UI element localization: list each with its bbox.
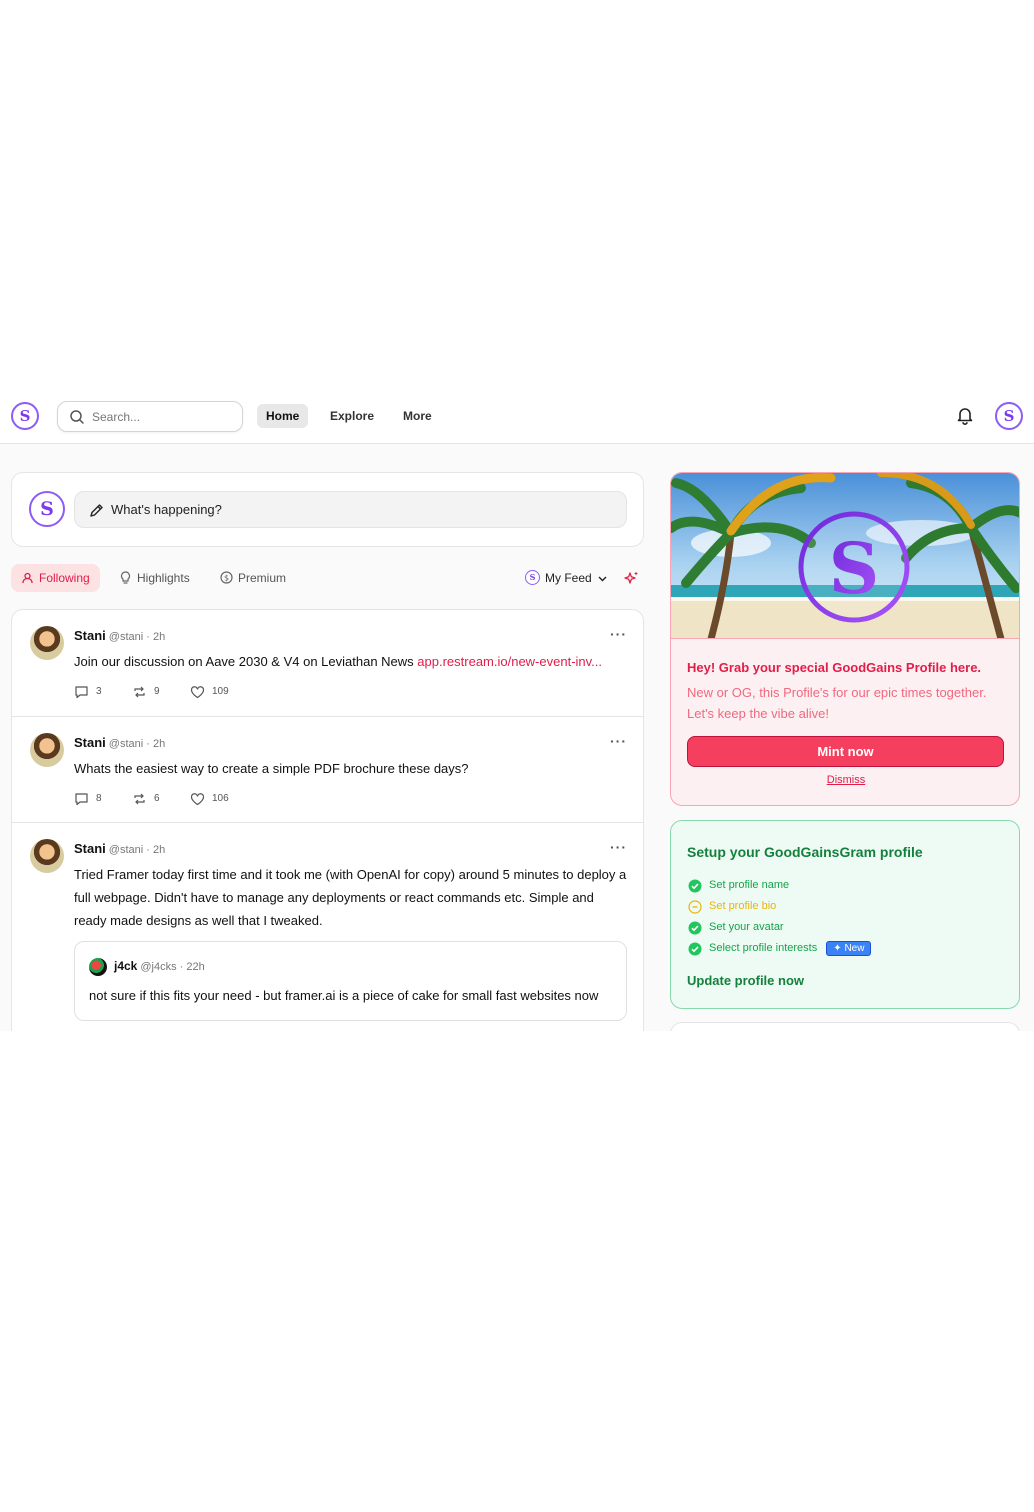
promo-banner-image: S [671,473,1019,639]
heart-icon [190,686,205,699]
setup-step-interests[interactable]: Select profile interests ✦ New [688,941,872,962]
nav-home-link[interactable]: Home [257,404,309,428]
setup-step-label: Set profile bio [709,900,777,912]
svg-text:$: $ [224,573,229,582]
tab-following-label: Following [39,571,90,585]
post-menu-icon[interactable]: ··· [610,626,627,642]
comment-button[interactable]: 3 [74,685,102,699]
compose-placeholder: What's happening? [111,502,222,517]
app-logo[interactable]: S [11,402,39,430]
tab-highlights-label: Highlights [137,571,190,585]
post-menu-icon[interactable]: ··· [610,839,627,855]
post-handle: @stani · 2h [108,631,166,643]
minus-circle-icon [688,900,702,914]
svg-text:S: S [829,527,880,610]
like-button[interactable]: 109 [190,685,229,699]
mint-now-button[interactable]: Mint now [687,736,1004,767]
dismiss-link[interactable]: Dismiss [671,774,1019,786]
search-box[interactable] [57,401,243,432]
post-composer: S What's happening? [11,472,644,547]
avatar[interactable] [30,733,64,767]
setup-card-title: Setup your GoodGainsGram profile [687,844,923,860]
mint-profile-card: S Hey! Grab your special GoodGains Profi… [670,472,1020,806]
feed-tabs: Following Highlights $ Premium S My Feed [11,564,644,592]
post-feed: Stani @stani · 2h ··· Join our discussion… [11,609,644,1031]
search-input[interactable] [92,408,232,426]
mint-card-title: Hey! Grab your special GoodGains Profile… [687,660,982,675]
repost-button[interactable]: 6 [132,792,160,806]
update-profile-link[interactable]: Update profile now [687,973,804,988]
nav-explore-link[interactable]: Explore [321,404,383,428]
dollar-icon: $ [220,571,233,584]
chevron-down-icon [598,576,607,582]
repost-button[interactable]: 9 [132,685,160,699]
check-circle-icon [688,942,702,956]
tab-premium-label: Premium [238,571,287,585]
sidebar-card [670,1022,1020,1031]
avatar[interactable] [30,626,64,660]
tab-highlights[interactable]: Highlights [109,564,200,592]
avatar[interactable] [89,958,107,976]
sparkle-icon: ✦ [833,943,842,954]
repost-icon [134,793,145,805]
feed-logo-icon: S [525,570,540,585]
tab-following[interactable]: Following [11,564,100,592]
setup-step-avatar[interactable]: Set your avatar [688,920,871,941]
quoted-text: not sure if this fits your need - but fr… [89,988,599,1003]
post-author[interactable]: Stani @stani · 2h [74,628,165,643]
check-circle-icon [688,879,702,893]
feed-selector-label: My Feed [545,571,592,585]
pencil-icon [90,504,103,517]
post-card[interactable]: Stani @stani · 2h ··· Tried Framer today … [12,823,643,1031]
following-icon [22,572,33,584]
profile-setup-card: Setup your GoodGainsGram profile Set pro… [670,820,1020,1009]
setup-step-label: Set your avatar [709,921,784,933]
quoted-post[interactable]: j4ck @j4cks · 22h not sure if this fits y… [74,941,627,1021]
post-menu-icon[interactable]: ··· [610,733,627,749]
post-author[interactable]: Stani @stani · 2h [74,841,165,856]
feed-selector[interactable]: S My Feed [525,564,608,592]
post-handle: @stani · 2h [108,738,166,750]
heart-icon [190,793,205,806]
new-badge: ✦ New [826,941,872,956]
setup-step-profile-name[interactable]: Set profile name [688,878,871,899]
post-text: Join our discussion on Aave 2030 & V4 on… [74,654,603,669]
post-text: Whats the easiest way to create a simple… [74,761,469,776]
avatar[interactable] [30,839,64,873]
post-card[interactable]: Stani @stani · 2h ··· Join our discussion… [12,610,643,717]
repost-icon [134,686,145,698]
setup-steps-list: Set profile name Set profile bio Set you… [688,878,872,962]
mint-card-description: New or OG, this Profile's for our epic t… [687,685,987,721]
app-frame: S Home Explore More S S What's happening… [0,388,1034,1031]
check-circle-icon [688,921,702,935]
like-button[interactable]: 106 [190,792,229,806]
post-author[interactable]: Stani @stani · 2h [74,735,165,750]
setup-step-label: Set profile name [709,879,790,891]
comment-icon [75,793,88,806]
user-avatar[interactable]: S [995,402,1023,430]
nav-more-link[interactable]: More [394,404,441,428]
tab-premium[interactable]: $ Premium [210,564,296,592]
post-text: Tried Framer today first time and it too… [74,867,627,928]
quoted-author[interactable]: j4ck @j4cks · 22h [114,959,205,973]
post-link[interactable]: app.restream.io/new-event-inv... [417,654,602,669]
top-nav: S Home Explore More S [0,388,1034,444]
quoted-handle: @j4cks · 22h [140,961,205,973]
notifications-bell-icon[interactable] [955,405,975,425]
sparkle-icon[interactable] [623,570,640,587]
post-handle: @stani · 2h [108,844,166,856]
search-icon [70,410,84,424]
post-card[interactable]: Stani @stani · 2h ··· Whats the easiest w… [12,717,643,823]
composer-avatar: S [29,491,65,527]
setup-step-profile-bio[interactable]: Set profile bio [688,899,871,920]
setup-step-label: Select profile interests [709,942,818,954]
comment-icon [75,686,88,699]
compose-input[interactable]: What's happening? [74,491,627,528]
lightbulb-icon [120,571,131,584]
comment-button[interactable]: 8 [74,792,102,806]
